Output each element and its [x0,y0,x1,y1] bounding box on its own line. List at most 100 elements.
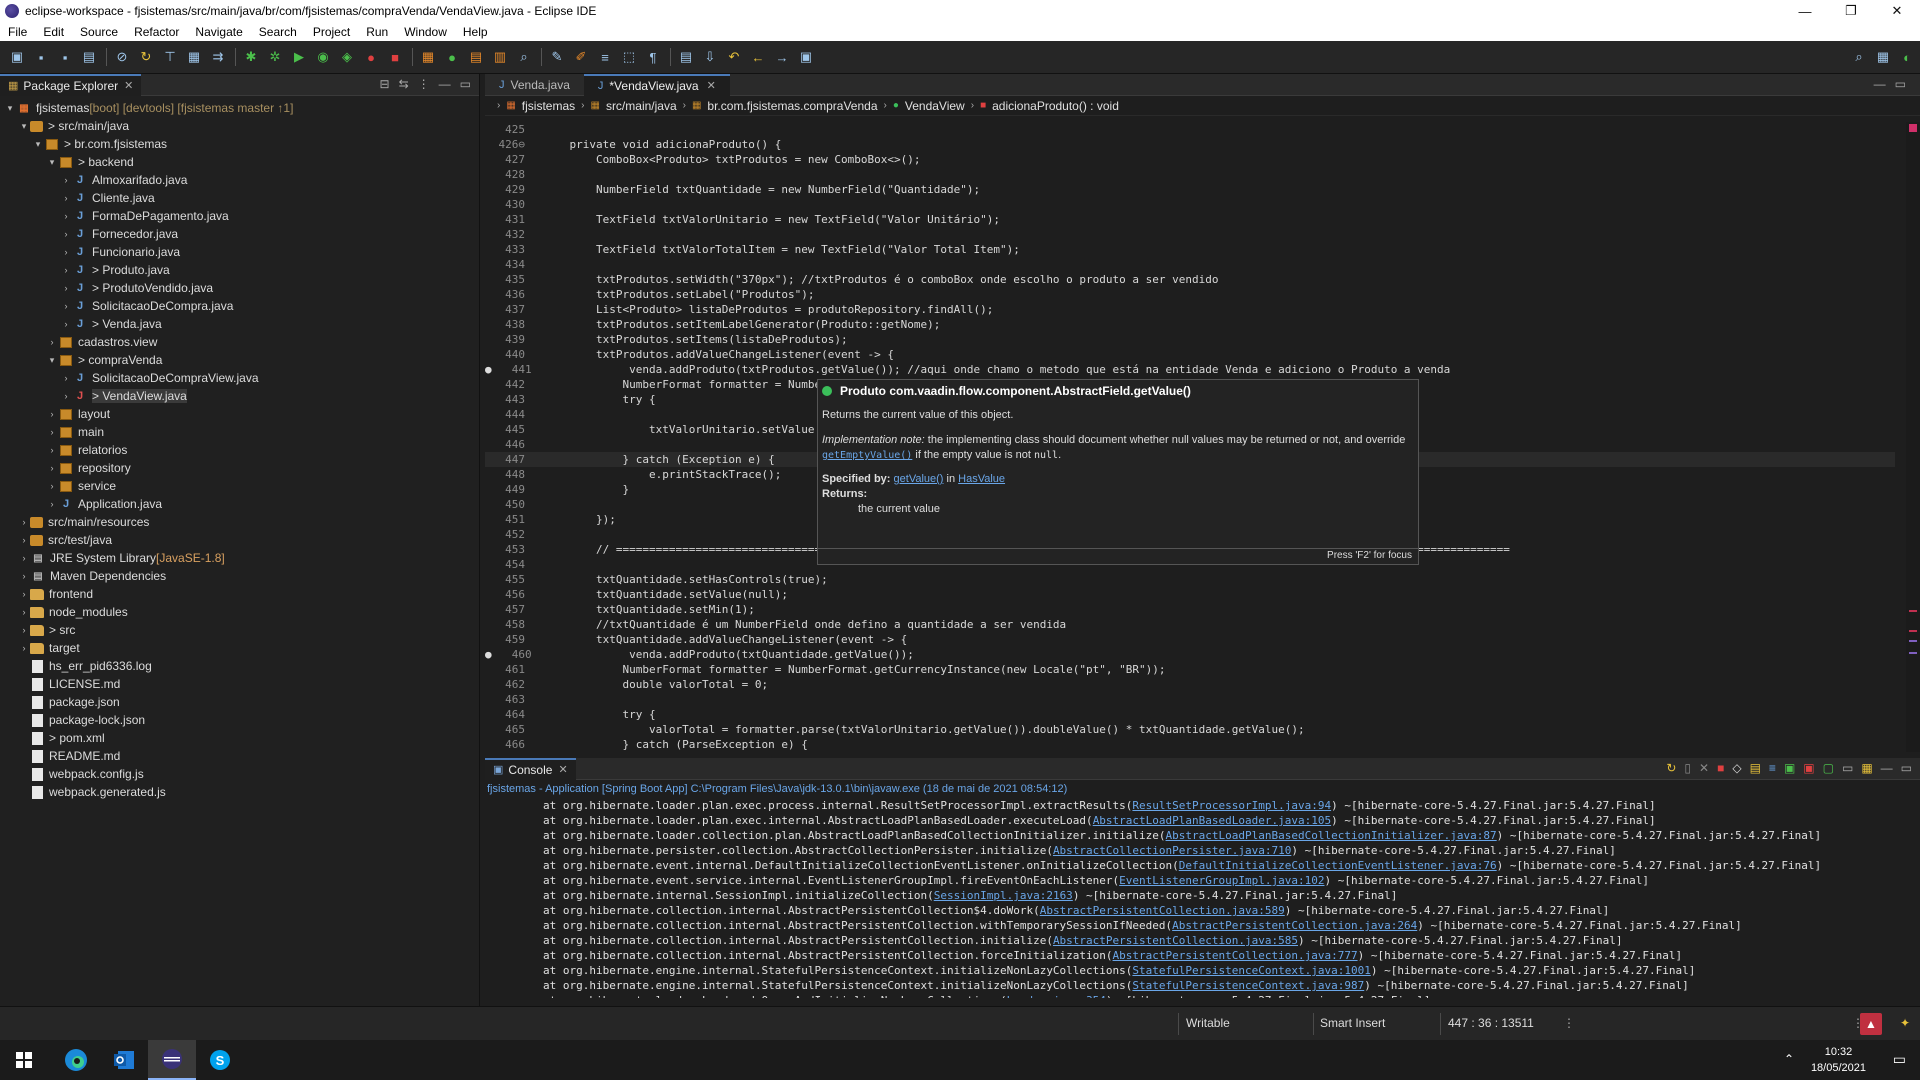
tree-item[interactable]: package.json [0,693,479,711]
stacktrace-link[interactable]: AbstractPersistentCollection.java:777 [1113,949,1358,962]
tab-venda-java[interactable]: J Venda.java [485,74,584,96]
tree-item[interactable]: › J > Produto.java [0,261,479,279]
save-icon[interactable]: ▪ [30,46,52,68]
minimize-view-icon[interactable]: — [1874,77,1886,91]
pin-editor-icon[interactable]: ▣ [795,46,817,68]
last-edit-icon[interactable]: ↶ [723,46,745,68]
tree-item[interactable]: › J Almoxarifado.java [0,171,479,189]
tree-item[interactable]: › relatorios [0,441,479,459]
code-line[interactable]: 435 txtProdutos.setWidth("370px"); //txt… [485,272,1895,287]
code-line[interactable]: 427 ComboBox<Produto> txtProdutos = new … [485,152,1895,167]
code-line[interactable]: 428 [485,167,1895,182]
code-line[interactable]: 463 [485,692,1895,707]
code-line[interactable]: 440 txtProdutos.addValueChangeListener(e… [485,347,1895,362]
print-icon[interactable]: ▤ [78,46,100,68]
tree-item[interactable]: › J Cliente.java [0,189,479,207]
forward-icon[interactable]: → [771,46,793,68]
stacktrace-link[interactable]: EventListenerGroupImpl.java:102 [1119,874,1324,887]
code-line[interactable]: 459 txtQuantidade.addValueChangeListener… [485,632,1895,647]
open-task-icon[interactable]: ▥ [489,46,511,68]
tree-item[interactable]: › J Application.java [0,495,479,513]
stacktrace-link[interactable]: AbstractLoadPlanBasedLoader.java:105 [1093,814,1331,827]
tree-item[interactable]: webpack.config.js [0,765,479,783]
display-console-icon[interactable]: ▭ [1842,761,1853,775]
tree-item[interactable]: › > src [0,621,479,639]
code-line[interactable]: 426⊖ private void adicionaProduto() { [485,137,1895,152]
taskbar-eclipse[interactable] [148,1040,196,1080]
code-line[interactable]: 436 txtProdutos.setLabel("Produtos"); [485,287,1895,302]
tab-console[interactable]: ▣ Console ✕ [485,757,576,780]
tree-item[interactable]: › J > ProdutoVendido.java [0,279,479,297]
breadcrumb-item[interactable]: br.com.fjsistemas.compraVenda [707,99,877,113]
highlight-icon[interactable]: ✐ [570,46,592,68]
debug-icon[interactable]: ✱ [240,46,262,68]
tree-item[interactable]: ▾ > src/main/java [0,117,479,135]
system-clock[interactable]: 10:32 18/05/2021 [1811,1044,1866,1076]
menu-help[interactable]: Help [455,25,496,39]
breadcrumb-item[interactable]: src/main/java [606,99,677,113]
tree-item[interactable]: › layout [0,405,479,423]
search-icon[interactable]: ⌕ [513,46,535,68]
skip-breakpoints-icon[interactable]: ⊘ [111,46,133,68]
relaunch-icon[interactable]: ↻ [1666,761,1676,775]
tree-item[interactable]: › main [0,423,479,441]
breadcrumb-item[interactable]: adicionaProduto() : void [992,99,1119,113]
code-line[interactable]: 429 NumberField txtQuantidade = new Numb… [485,182,1895,197]
tree-item[interactable]: webpack.generated.js [0,783,479,801]
maximize-view-icon[interactable]: ▭ [1895,77,1906,91]
build-icon[interactable]: ⊤ [159,46,181,68]
tree-item[interactable]: ▾ ▦ fjsistemas [boot] [devtools] [fjsistem… [0,99,479,117]
menu-refactor[interactable]: Refactor [126,25,187,39]
stacktrace-link[interactable]: Loader.java:354 [1007,994,1106,998]
stacktrace-link[interactable]: StatefulPersistenceContext.java:987 [1132,979,1364,992]
stacktrace-link[interactable]: ResultSetProcessorImpl.java:94 [1132,799,1331,812]
code-line[interactable]: 439 txtProdutos.setItems(listaDeProdutos… [485,332,1895,347]
tree-item[interactable]: › J > Venda.java [0,315,479,333]
open-type-icon[interactable]: ▤ [465,46,487,68]
tree-item[interactable]: LICENSE.md [0,675,479,693]
tree-item[interactable]: package-lock.json [0,711,479,729]
tree-item[interactable]: › J SolicitacaoDeCompraView.java [0,369,479,387]
maximize-button[interactable]: ❐ [1828,0,1874,22]
tree-item[interactable]: README.md [0,747,479,765]
close-icon[interactable]: ✕ [558,763,567,776]
tree-item[interactable]: › src/test/java [0,531,479,549]
code-line[interactable]: 462 double valorTotal = 0; [485,677,1895,692]
maximize-view-icon[interactable]: ▭ [1901,761,1912,775]
word-wrap-icon[interactable]: ≡ [594,46,616,68]
perspective-icon[interactable]: ▦ [1872,46,1894,68]
terminate-icon[interactable]: ■ [384,46,406,68]
pin-console-icon[interactable]: ▢ [1823,761,1834,775]
stacktrace-link[interactable]: SessionImpl.java:2163 [934,889,1073,902]
remove-all-icon[interactable]: ✕ [1699,761,1709,775]
tree-item[interactable]: › node_modules [0,603,479,621]
tree-item[interactable]: > pom.xml [0,729,479,747]
code-line[interactable]: 457 txtQuantidade.setMin(1); [485,602,1895,617]
tree-item[interactable]: ▾ > br.com.fjsistemas [0,135,479,153]
code-line[interactable]: 464 try { [485,707,1895,722]
tip-icon[interactable]: ✦ [1900,1016,1910,1030]
debug-dropdown-icon[interactable]: ✲ [264,46,286,68]
tree-item[interactable]: ▾ > compraVenda [0,351,479,369]
external-tools-icon[interactable]: ◈ [336,46,358,68]
code-line[interactable]: 432 [485,227,1895,242]
new-class-icon[interactable]: ● [441,46,463,68]
tree-item[interactable]: › repository [0,459,479,477]
overview-ruler[interactable] [1906,122,1920,752]
taskbar-edge[interactable] [52,1040,100,1080]
status-menu-icon[interactable]: ⋮ [1563,1016,1575,1030]
open-console-icon[interactable]: ▦ [1861,761,1872,775]
get-empty-value-link[interactable]: getEmptyValue() [822,450,912,461]
tree-item[interactable]: › service [0,477,479,495]
collapse-all-icon[interactable]: ⊟ [380,77,390,91]
tree-item[interactable]: › J Funcionario.java [0,243,479,261]
menu-search[interactable]: Search [251,25,305,39]
tab-package-explorer[interactable]: ▦ Package Explorer ✕ [0,73,142,96]
code-line[interactable]: 431 TextField txtValorUnitario = new Tex… [485,212,1895,227]
stacktrace-link[interactable]: AbstractCollectionPersister.java:710 [1053,844,1291,857]
menu-source[interactable]: Source [72,25,126,39]
coverage-icon[interactable]: ◉ [312,46,334,68]
next-annotation-icon[interactable]: ⇩ [699,46,721,68]
tree-item[interactable]: › ▤ Maven Dependencies [0,567,479,585]
show-stdout-icon[interactable]: ▣ [1784,761,1795,775]
